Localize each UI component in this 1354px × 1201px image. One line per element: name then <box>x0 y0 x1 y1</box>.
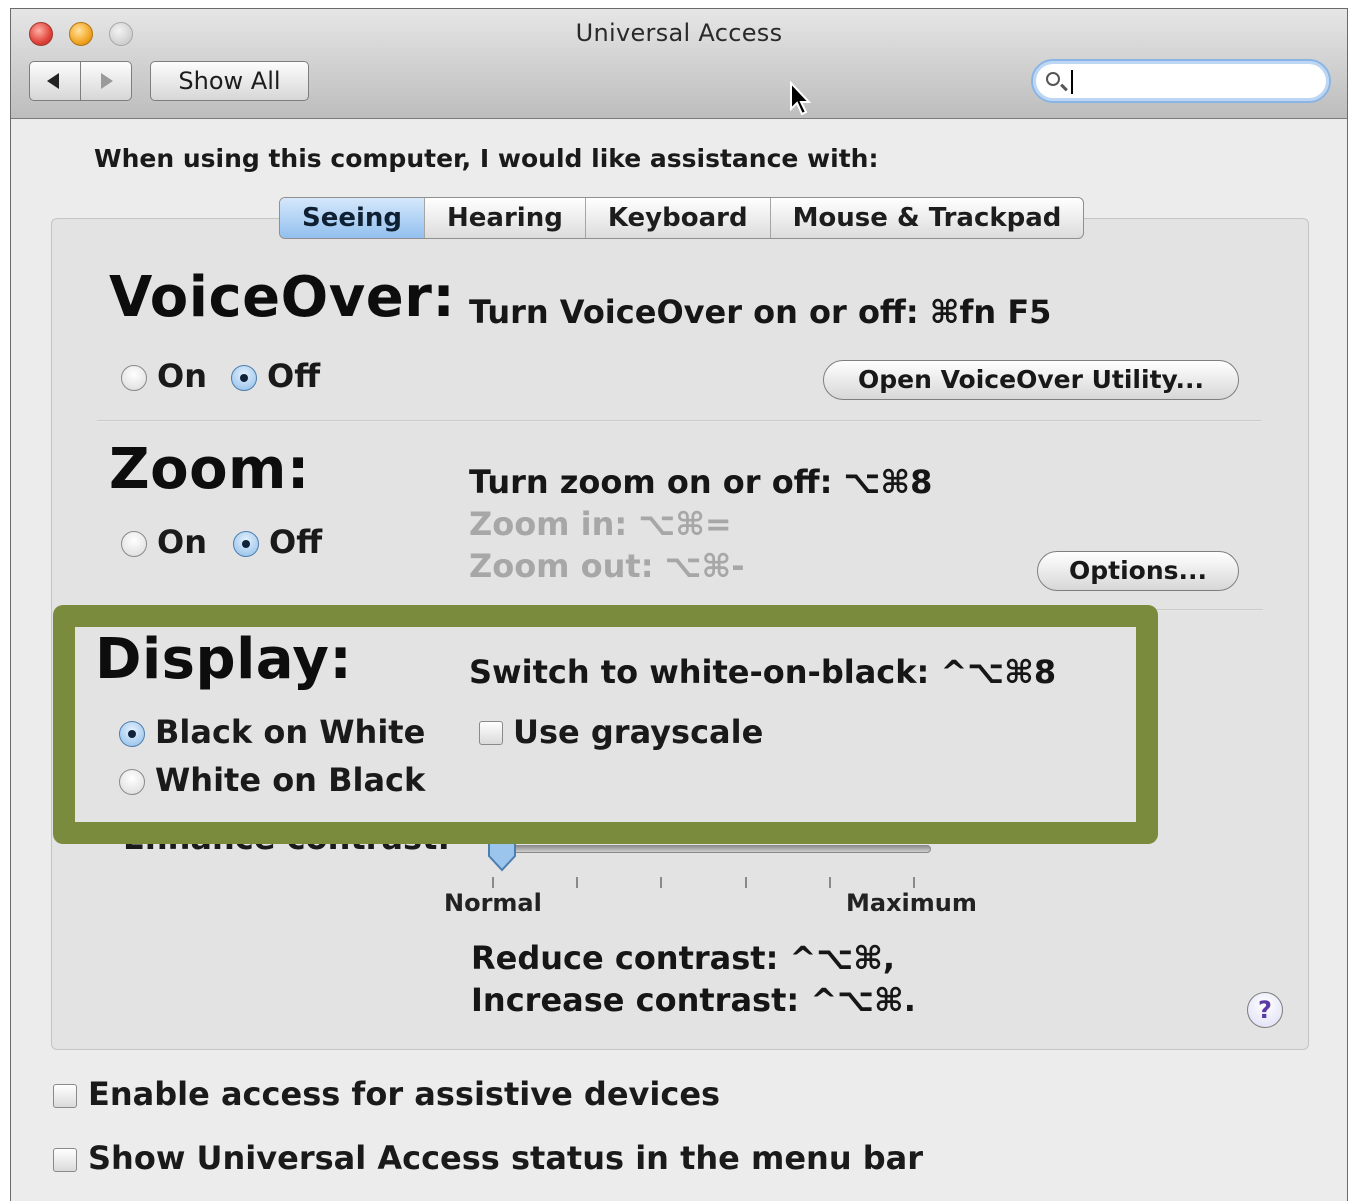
forward-arrow-icon <box>101 73 113 89</box>
zoom-on-radio[interactable] <box>121 531 147 557</box>
slider-tick <box>660 877 662 888</box>
search-icon <box>1046 72 1060 86</box>
zoom-off-radio[interactable] <box>233 531 259 557</box>
section-divider <box>1135 609 1263 611</box>
slider-tick <box>913 877 915 888</box>
preferences-window: Universal Access Show All When using thi… <box>10 8 1348 1201</box>
zoom-out-shortcut: Zoom out: ⌥⌘- <box>469 547 745 585</box>
text-caret <box>1071 70 1073 94</box>
contrast-min-label: Normal <box>444 889 542 917</box>
section-divider <box>97 420 1261 422</box>
contrast-slider-knob[interactable] <box>487 834 517 872</box>
slider-tick <box>576 877 578 888</box>
increase-contrast-shortcut: Increase contrast: ^⌥⌘. <box>471 981 916 1019</box>
reduce-contrast-shortcut: Reduce contrast: ^⌥⌘, <box>471 939 896 977</box>
zoom-in-shortcut: Zoom in: ⌥⌘= <box>469 505 732 543</box>
enhance-contrast-label: Enhance contrast: <box>123 819 451 857</box>
contrast-max-label: Maximum <box>846 889 977 917</box>
display-heading: Display: <box>95 627 353 692</box>
black-on-white-label: Black on White <box>155 713 426 751</box>
zoom-shortcut: Turn zoom on or off: ⌥⌘8 <box>469 463 933 501</box>
tab-keyboard[interactable]: Keyboard <box>584 198 770 238</box>
menu-bar-status-label: Show Universal Access status in the menu… <box>88 1139 924 1177</box>
search-input[interactable] <box>1031 59 1331 103</box>
contrast-slider-track[interactable] <box>491 845 931 853</box>
zoom-on-label: On <box>157 523 207 561</box>
black-on-white-radio[interactable] <box>119 721 145 747</box>
open-voiceover-utility-button[interactable]: Open VoiceOver Utility... <box>823 360 1239 400</box>
voiceover-on-label: On <box>157 357 207 395</box>
slider-tick <box>492 877 494 888</box>
slider-tick <box>829 877 831 888</box>
tab-mouse-trackpad[interactable]: Mouse & Trackpad <box>769 198 1084 238</box>
category-tabs: Seeing Hearing Keyboard Mouse & Trackpad <box>279 197 1085 239</box>
white-on-black-radio[interactable] <box>119 769 145 795</box>
show-all-button[interactable]: Show All <box>150 61 309 101</box>
use-grayscale-checkbox[interactable] <box>479 721 503 745</box>
back-button[interactable] <box>29 61 81 101</box>
assistive-devices-label: Enable access for assistive devices <box>88 1075 721 1113</box>
tab-hearing[interactable]: Hearing <box>424 198 585 238</box>
window-title: Universal Access <box>575 19 783 47</box>
use-grayscale-label: Use grayscale <box>513 713 764 751</box>
slider-tick <box>745 877 747 888</box>
zoom-heading: Zoom: <box>109 437 310 502</box>
assistance-prompt: When using this computer, I would like a… <box>94 144 879 173</box>
white-on-black-label: White on Black <box>155 761 426 799</box>
zoom-off-label: Off <box>269 523 323 561</box>
mouse-pointer-icon <box>790 81 812 116</box>
display-shortcut: Switch to white-on-black: ^⌥⌘8 <box>469 653 1057 691</box>
forward-button[interactable] <box>80 61 132 101</box>
title-bar: Universal Access Show All <box>11 9 1347 119</box>
assistive-devices-checkbox[interactable] <box>53 1084 77 1108</box>
voiceover-off-radio[interactable] <box>231 365 257 391</box>
tab-seeing[interactable]: Seeing <box>280 198 425 238</box>
menu-bar-status-checkbox[interactable] <box>53 1148 77 1172</box>
voiceover-heading: VoiceOver: <box>109 265 456 330</box>
voiceover-shortcut: Turn VoiceOver on or off: ⌘fn F5 <box>469 293 1052 331</box>
back-arrow-icon <box>47 73 59 89</box>
help-button[interactable]: ? <box>1247 992 1283 1028</box>
voiceover-on-radio[interactable] <box>121 365 147 391</box>
voiceover-off-label: Off <box>267 357 321 395</box>
zoom-options-button[interactable]: Options... <box>1037 551 1239 591</box>
